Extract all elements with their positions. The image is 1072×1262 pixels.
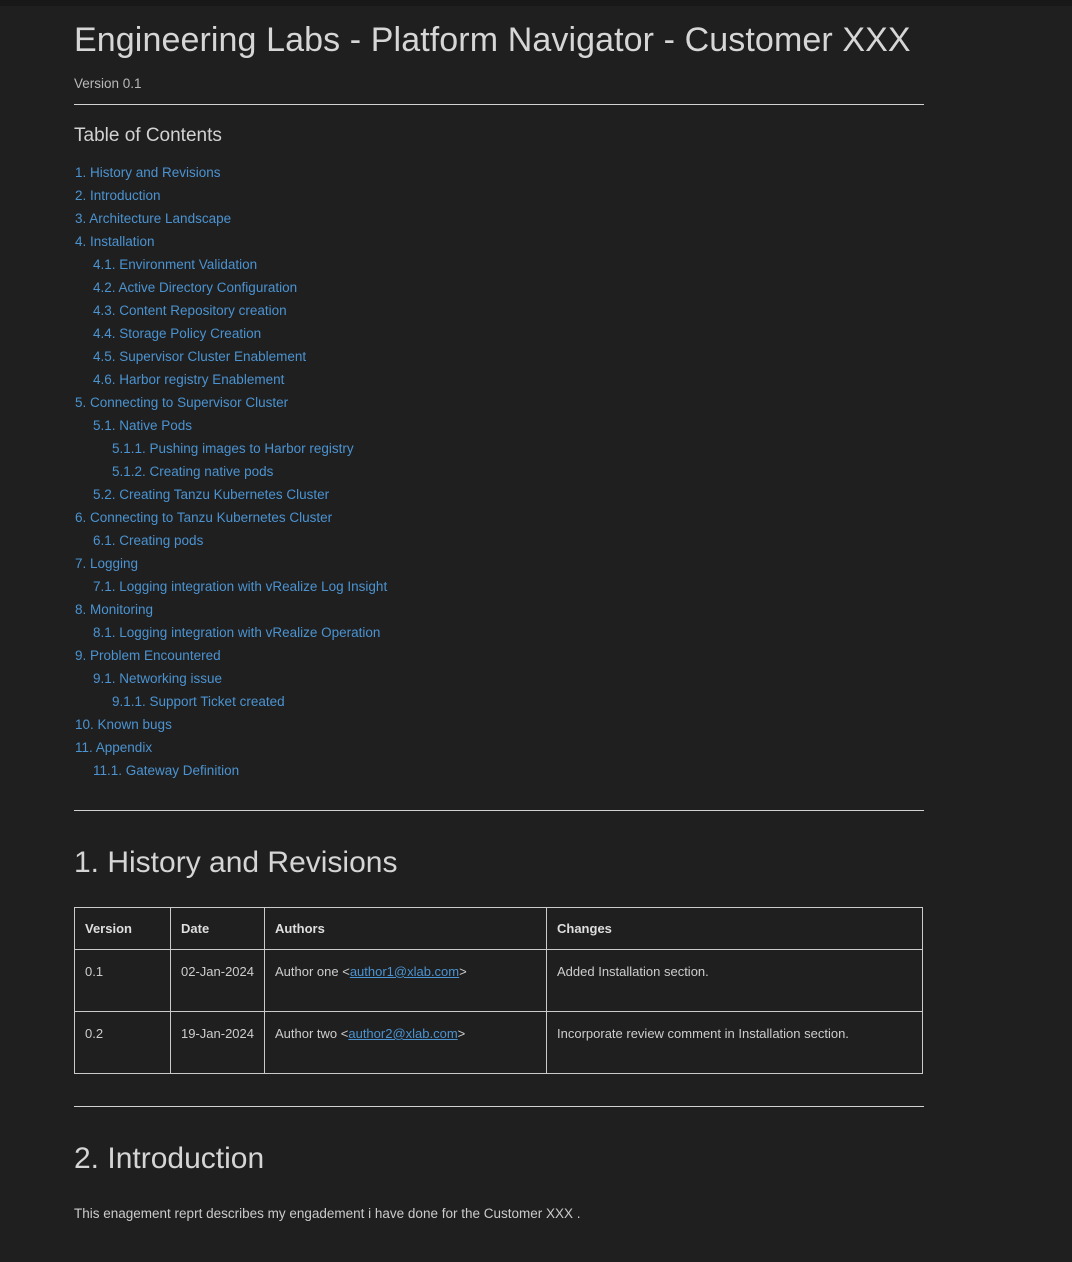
page-title: Engineering Labs - Platform Navigator - … (74, 21, 911, 59)
toc-link[interactable]: 6.1. Creating pods (74, 529, 924, 552)
document-header: Engineering Labs - Platform Navigator - … (74, 18, 924, 105)
toc-link[interactable]: 9.1.1. Support Ticket created (74, 690, 924, 713)
cell-changes: Incorporate review comment in Installati… (546, 1010, 923, 1074)
toc-link[interactable]: 4.2. Active Directory Configuration (74, 276, 924, 299)
author-email-link[interactable]: author1@xlab.com (350, 964, 459, 979)
toc-link[interactable]: 10. Known bugs (74, 713, 924, 736)
cell-changes: Added Installation section. (546, 948, 923, 1012)
toc-link[interactable]: 4.4. Storage Policy Creation (74, 322, 924, 345)
toc-link[interactable]: 9.1. Networking issue (74, 667, 924, 690)
section-heading-introduction: 2. Introduction (74, 1141, 265, 1175)
toc-link[interactable]: 6. Connecting to Tanzu Kubernetes Cluste… (74, 506, 924, 529)
revision-history-table: Version Date Authors Changes 0.1 02-Jan-2… (74, 906, 923, 1074)
toc-link[interactable]: 4.1. Environment Validation (74, 253, 924, 276)
table-header: Version Date Authors Changes (74, 906, 923, 950)
toc-link[interactable]: 11.1. Gateway Definition (74, 759, 924, 782)
toc-link[interactable]: 4.5. Supervisor Cluster Enablement (74, 345, 924, 368)
toc-link[interactable]: 4.6. Harbor registry Enablement (74, 368, 924, 391)
cell-version: 0.2 (74, 1010, 171, 1074)
cell-date: 19-Jan-2024 (170, 1010, 265, 1074)
toc-link[interactable]: 5.1.1. Pushing images to Harbor registry (74, 437, 924, 460)
cell-version: 0.1 (74, 948, 171, 1012)
toc-link[interactable]: 8. Monitoring (74, 598, 924, 621)
cell-date: 02-Jan-2024 (170, 948, 265, 1012)
toc-heading: Table of Contents (74, 124, 222, 146)
table-row: 0.1 02-Jan-2024 Author one <author1@xlab.c… (74, 948, 923, 1012)
column-header-version: Version (74, 906, 171, 950)
author-email-link[interactable]: author2@xlab.com (348, 1026, 457, 1041)
table-row: 0.2 19-Jan-2024 Author two <author2@xlab.c… (74, 1010, 923, 1074)
toc-link[interactable]: 5. Connecting to Supervisor Cluster (74, 391, 924, 414)
table-header-row: Version Date Authors Changes (74, 906, 923, 950)
toc-list: 1. History and Revisions 2. Introduction 3… (74, 161, 924, 782)
toc-link[interactable]: 3. Architecture Landscape (74, 207, 924, 230)
toc-link[interactable]: 11. Appendix (74, 736, 924, 759)
section-divider (74, 1105, 924, 1107)
document-content: Engineering Labs - Platform Navigator - … (74, 18, 924, 1224)
column-header-date: Date (170, 906, 265, 950)
introduction-paragraph: This enagement reprt describes my engade… (74, 1205, 581, 1221)
table-of-contents: Table of Contents 1. History and Revisio… (74, 125, 924, 782)
toc-link[interactable]: 7. Logging (74, 552, 924, 575)
toc-link[interactable]: 5.1.2. Creating native pods (74, 460, 924, 483)
toc-link[interactable]: 4. Installation (74, 230, 924, 253)
toc-link[interactable]: 2. Introduction (74, 184, 924, 207)
toc-link[interactable]: 5.2. Creating Tanzu Kubernetes Cluster (74, 483, 924, 506)
cell-authors: Author two <author2@xlab.com> (264, 1010, 547, 1074)
section-introduction: 2. Introduction This enagement reprt des… (74, 1141, 924, 1225)
toc-link[interactable]: 4.3. Content Repository creation (74, 299, 924, 322)
toc-link[interactable]: 8.1. Logging integration with vRealize O… (74, 621, 924, 644)
toc-link[interactable]: 1. History and Revisions (74, 161, 924, 184)
toc-link[interactable]: 9. Problem Encountered (74, 644, 924, 667)
cell-authors: Author one <author1@xlab.com> (264, 948, 547, 1012)
section-heading-history: 1. History and Revisions (74, 845, 398, 879)
column-header-changes: Changes (546, 906, 923, 950)
column-header-authors: Authors (264, 906, 547, 950)
toc-link[interactable]: 5.1. Native Pods (74, 414, 924, 437)
section-history-and-revisions: 1. History and Revisions Version Date Au… (74, 845, 924, 1074)
toc-divider (74, 809, 924, 811)
document-version-line: Version 0.1 (74, 75, 924, 105)
document-page: Engineering Labs - Platform Navigator - … (0, 6, 1072, 1224)
toc-link[interactable]: 7.1. Logging integration with vRealize L… (74, 575, 924, 598)
table-body: 0.1 02-Jan-2024 Author one <author1@xlab.c… (74, 948, 923, 1074)
